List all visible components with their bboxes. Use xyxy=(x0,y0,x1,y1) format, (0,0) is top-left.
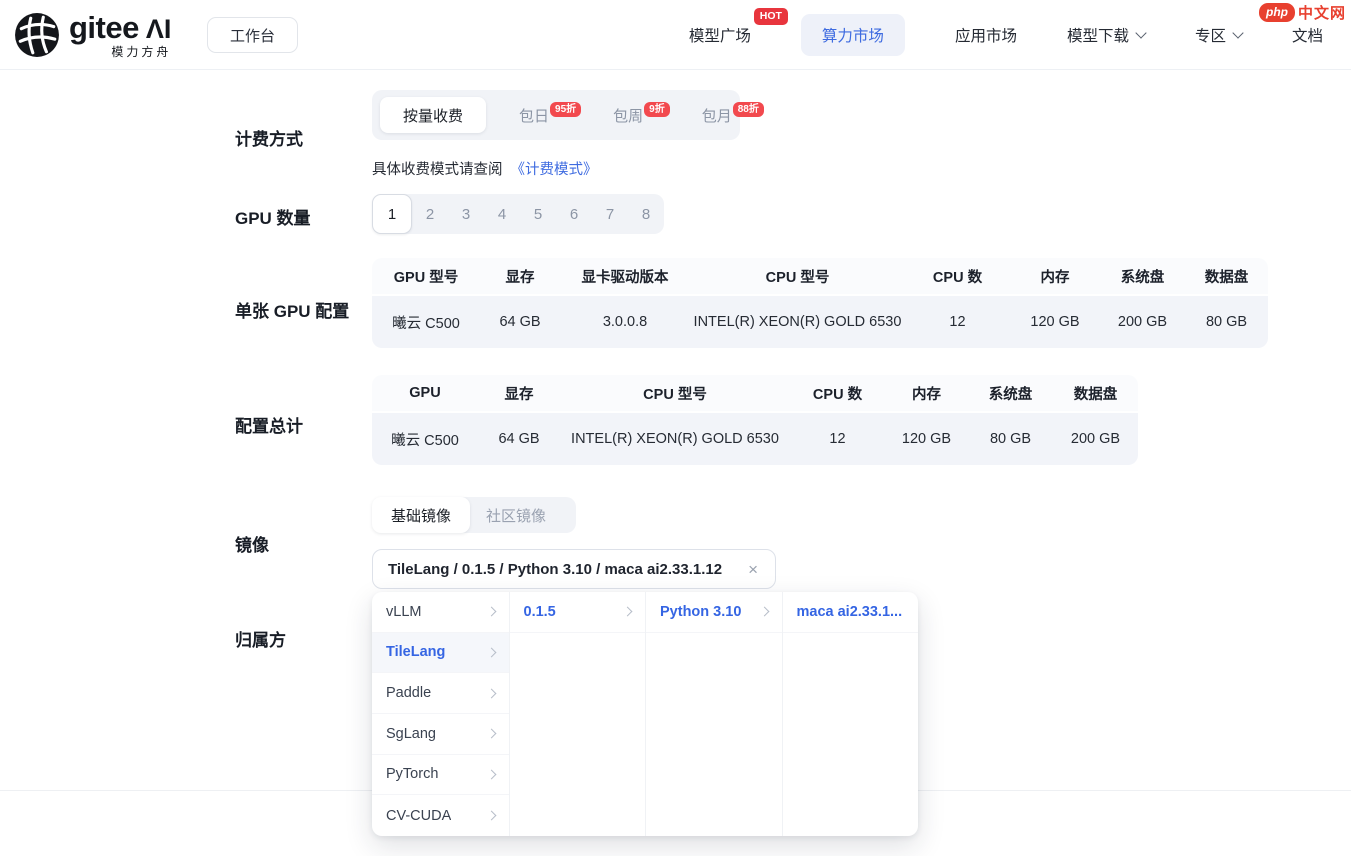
gpu-count-option-8[interactable]: 8 xyxy=(628,206,664,223)
cascader-column-driver: maca ai2.33.1... xyxy=(782,592,919,836)
nav-item-zone[interactable]: 专区 xyxy=(1195,24,1242,46)
cascader-option-tilelang[interactable]: TileLang xyxy=(372,633,509,674)
cascader-option-version[interactable]: 0.1.5 xyxy=(510,592,646,633)
nav-item-model-square[interactable]: 模型广场 HOT xyxy=(689,24,751,46)
cascader-option-maca[interactable]: maca ai2.33.1... xyxy=(783,592,919,633)
nav-item-docs[interactable]: 文档 xyxy=(1292,24,1323,46)
image-label: 镜像 xyxy=(235,531,269,556)
owner-label: 归属方 xyxy=(235,626,286,651)
image-select-value: TileLang / 0.1.5 / Python 3.10 / maca ai… xyxy=(388,561,722,578)
gpu-count-option-5[interactable]: 5 xyxy=(520,206,556,223)
billing-mode-link[interactable]: 《计费模式》 xyxy=(511,162,598,178)
billing-tab-pay-as-you-go[interactable]: 按量收费 xyxy=(380,97,486,133)
gpu-count-option-4[interactable]: 4 xyxy=(484,206,520,223)
chevron-right-icon xyxy=(759,607,769,617)
top-navbar: gitee ΛI 模力方舟 工作台 模型广场 HOT 算力市场 应用市场 模型下… xyxy=(0,0,1351,70)
chevron-right-icon xyxy=(486,648,496,658)
billing-method-label: 计费方式 xyxy=(235,125,303,150)
gpu-count-option-7[interactable]: 7 xyxy=(592,206,628,223)
hot-badge: HOT xyxy=(754,8,788,25)
cascader-option-cvcuda[interactable]: CV-CUDA xyxy=(372,795,509,836)
billing-tab-group: 按量收费 包日95折 包周9折 包月88折 xyxy=(372,90,740,140)
table-header-row: GPU 显存 CPU 型号 CPU 数 内存 系统盘 数据盘 xyxy=(372,375,1138,411)
table-row: 曦云 C500 64 GB 3.0.0.8 INTEL(R) XEON(R) G… xyxy=(372,296,1268,348)
brand-name: gitee xyxy=(69,12,139,43)
gitee-ai-globe-icon xyxy=(14,12,60,58)
php-cn-watermark: php 中文网 xyxy=(1259,2,1346,23)
single-gpu-config-table: GPU 型号 显存 显卡驱动版本 CPU 型号 CPU 数 内存 系统盘 数据盘… xyxy=(372,258,1268,348)
chevron-down-icon xyxy=(1232,27,1243,38)
nav-item-compute-market[interactable]: 算力市场 xyxy=(801,14,905,56)
nav-item-app-market[interactable]: 应用市场 xyxy=(955,24,1017,46)
chevron-right-icon xyxy=(623,607,633,617)
cascader-option-python[interactable]: Python 3.10 xyxy=(646,592,782,633)
gpu-count-label: GPU 数量 xyxy=(235,204,311,229)
table-header-row: GPU 型号 显存 显卡驱动版本 CPU 型号 CPU 数 内存 系统盘 数据盘 xyxy=(372,258,1268,294)
chevron-right-icon xyxy=(486,729,496,739)
chevron-right-icon xyxy=(486,769,496,779)
image-select[interactable]: TileLang / 0.1.5 / Python 3.10 / maca ai… xyxy=(372,549,776,589)
page: gitee ΛI 模力方舟 工作台 模型广场 HOT 算力市场 应用市场 模型下… xyxy=(0,0,1351,856)
cascader-column-framework: vLLM TileLang Paddle SgLang PyTorch CV-C… xyxy=(372,592,509,836)
total-config-label: 配置总计 xyxy=(235,412,303,437)
workbench-button[interactable]: 工作台 xyxy=(207,17,298,53)
tab-community-image[interactable]: 社区镜像 xyxy=(470,505,562,526)
main-nav: 模型广场 HOT 算力市场 应用市场 模型下载 专区 文档 xyxy=(689,0,1323,70)
image-tab-group: 基础镜像 社区镜像 xyxy=(372,497,576,533)
brand-subtitle: 模力方舟 xyxy=(69,46,171,58)
cascader-option-sglang[interactable]: SgLang xyxy=(372,714,509,755)
chevron-right-icon xyxy=(486,607,496,617)
tab-base-image[interactable]: 基础镜像 xyxy=(372,497,470,533)
image-cascader-dropdown: vLLM TileLang Paddle SgLang PyTorch CV-C… xyxy=(372,592,918,836)
cascader-column-python: Python 3.10 xyxy=(645,592,782,836)
total-config-table: GPU 显存 CPU 型号 CPU 数 内存 系统盘 数据盘 曦云 C500 6… xyxy=(372,375,1138,465)
cascader-option-pytorch[interactable]: PyTorch xyxy=(372,755,509,796)
table-row: 曦云 C500 64 GB INTEL(R) XEON(R) GOLD 6530… xyxy=(372,413,1138,465)
clear-icon[interactable]: × xyxy=(746,559,760,580)
single-gpu-config-label: 单张 GPU 配置 xyxy=(235,297,349,322)
gpu-count-option-3[interactable]: 3 xyxy=(448,206,484,223)
discount-badge: 9折 xyxy=(644,102,670,117)
brand-ai-suffix: ΛI xyxy=(146,16,172,43)
billing-tab-monthly[interactable]: 包月88折 xyxy=(702,105,763,126)
cascader-option-vllm[interactable]: vLLM xyxy=(372,592,509,633)
cascader-column-version: 0.1.5 xyxy=(509,592,646,836)
billing-tab-daily[interactable]: 包日95折 xyxy=(519,105,580,126)
gpu-count-option-2[interactable]: 2 xyxy=(412,206,448,223)
billing-note: 具体收费模式请查阅《计费模式》 xyxy=(372,158,598,179)
gpu-count-option-1[interactable]: 1 xyxy=(372,194,412,234)
billing-tab-weekly[interactable]: 包周9折 xyxy=(613,105,669,126)
gpu-count-option-6[interactable]: 6 xyxy=(556,206,592,223)
discount-badge: 88折 xyxy=(733,102,764,117)
discount-badge: 95折 xyxy=(550,102,581,117)
chevron-down-icon xyxy=(1135,27,1146,38)
gpu-count-selector: 1 2 3 4 5 6 7 8 xyxy=(372,194,664,234)
chevron-right-icon xyxy=(486,811,496,821)
cascader-option-paddle[interactable]: Paddle xyxy=(372,673,509,714)
brand-logo[interactable]: gitee ΛI 模力方舟 xyxy=(14,12,171,58)
php-logo: php xyxy=(1259,3,1295,21)
chevron-right-icon xyxy=(486,688,496,698)
nav-item-model-download[interactable]: 模型下载 xyxy=(1067,24,1145,46)
